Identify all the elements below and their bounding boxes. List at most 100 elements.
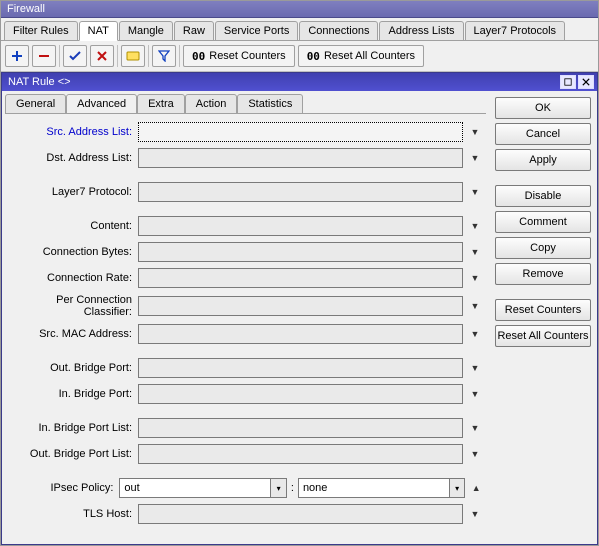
- expand-toggle[interactable]: ▼: [467, 242, 483, 262]
- tab-advanced[interactable]: Advanced: [66, 94, 137, 113]
- in-bridge-port-list-input[interactable]: [138, 418, 463, 438]
- expand-toggle[interactable]: ▼: [467, 216, 483, 236]
- chevron-down-icon: ▼: [471, 247, 480, 257]
- remove-rule-button[interactable]: Remove: [495, 263, 591, 285]
- window-titlebar: Firewall: [1, 1, 598, 18]
- tab-layer7-protocols[interactable]: Layer7 Protocols: [465, 21, 566, 40]
- plus-icon: [11, 50, 23, 62]
- tab-mangle[interactable]: Mangle: [119, 21, 173, 40]
- disable-rule-button[interactable]: Disable: [495, 185, 591, 207]
- remove-button[interactable]: [32, 45, 56, 67]
- dialog-body: General Advanced Extra Action Statistics…: [2, 91, 597, 544]
- tab-filter-rules[interactable]: Filter Rules: [4, 21, 78, 40]
- dst-address-list-input[interactable]: [138, 148, 463, 168]
- reset-counters-rule-button[interactable]: Reset Counters: [495, 299, 591, 321]
- nat-rule-dialog: NAT Rule <> General Advanced Extra: [1, 72, 598, 545]
- chevron-down-icon: ▼: [471, 329, 480, 339]
- window-title: Firewall: [7, 3, 45, 15]
- disable-button[interactable]: [90, 45, 114, 67]
- chevron-down-icon: ▾: [277, 484, 281, 493]
- expand-toggle[interactable]: ▼: [467, 418, 483, 438]
- collapse-toggle[interactable]: ▲: [469, 478, 483, 498]
- main-tab-strip: Filter Rules NAT Mangle Raw Service Port…: [1, 18, 598, 41]
- tls-host-input[interactable]: [138, 504, 463, 524]
- comment-rule-button[interactable]: Comment: [495, 211, 591, 233]
- out-bridge-port-input[interactable]: [138, 358, 463, 378]
- tab-service-ports[interactable]: Service Ports: [215, 21, 298, 40]
- toolbar-separator: [148, 45, 149, 67]
- funnel-icon: [158, 50, 170, 62]
- tab-statistics[interactable]: Statistics: [237, 94, 303, 113]
- layer7-protocol-input[interactable]: [138, 182, 463, 202]
- ipsec-policy-direction-input[interactable]: [119, 478, 271, 498]
- note-icon: [126, 50, 140, 62]
- src-address-list-label: Src. Address List:: [8, 126, 138, 138]
- connection-rate-label: Connection Rate:: [8, 272, 138, 284]
- tab-raw[interactable]: Raw: [174, 21, 214, 40]
- reset-all-counters-rule-button[interactable]: Reset All Counters: [495, 325, 591, 347]
- expand-toggle[interactable]: ▼: [467, 384, 483, 404]
- ipsec-policy-level-dropdown[interactable]: ▾: [450, 478, 465, 498]
- comment-button[interactable]: [121, 45, 145, 67]
- enable-button[interactable]: [63, 45, 87, 67]
- dialog-titlebar: NAT Rule <>: [2, 73, 597, 91]
- tab-connections[interactable]: Connections: [299, 21, 378, 40]
- expand-toggle[interactable]: ▼: [467, 122, 483, 142]
- expand-toggle[interactable]: ▼: [467, 182, 483, 202]
- src-address-list-input[interactable]: [138, 122, 463, 142]
- expand-toggle[interactable]: ▼: [467, 324, 483, 344]
- expand-toggle[interactable]: ▼: [467, 148, 483, 168]
- dialog-side-buttons: OK Cancel Apply Disable Comment Copy Rem…: [489, 91, 597, 544]
- per-connection-classifier-label: Per Connection Classifier:: [8, 294, 138, 318]
- cancel-button[interactable]: Cancel: [495, 123, 591, 145]
- connection-bytes-label: Connection Bytes:: [8, 246, 138, 258]
- dialog-dock-button[interactable]: [560, 75, 576, 89]
- form-area: General Advanced Extra Action Statistics…: [2, 91, 489, 544]
- out-bridge-port-label: Out. Bridge Port:: [8, 362, 138, 374]
- firewall-window: Firewall Filter Rules NAT Mangle Raw Ser…: [0, 0, 599, 546]
- chevron-down-icon: ▼: [471, 449, 480, 459]
- ipsec-policy-direction-dropdown[interactable]: ▾: [271, 478, 286, 498]
- src-mac-address-input[interactable]: [138, 324, 463, 344]
- in-bridge-port-input[interactable]: [138, 384, 463, 404]
- ipsec-policy-label: IPsec Policy:: [8, 482, 119, 494]
- connection-bytes-input[interactable]: [138, 242, 463, 262]
- out-bridge-port-list-input[interactable]: [138, 444, 463, 464]
- expand-toggle[interactable]: ▼: [467, 444, 483, 464]
- tab-extra[interactable]: Extra: [137, 94, 185, 113]
- dst-address-list-label: Dst. Address List:: [8, 152, 138, 164]
- content-label: Content:: [8, 220, 138, 232]
- reset-counters-button[interactable]: 00 Reset Counters: [183, 45, 295, 67]
- expand-toggle[interactable]: ▼: [467, 504, 483, 524]
- check-icon: [69, 50, 81, 62]
- ipsec-policy-separator: :: [287, 482, 298, 494]
- filter-button[interactable]: [152, 45, 176, 67]
- ok-button[interactable]: OK: [495, 97, 591, 119]
- tab-nat[interactable]: NAT: [79, 21, 118, 41]
- toolbar-separator: [179, 45, 180, 67]
- form-scroll: Src. Address List: ▼ Dst. Address List: …: [2, 114, 489, 544]
- tab-action[interactable]: Action: [185, 94, 238, 113]
- chevron-down-icon: ▼: [471, 221, 480, 231]
- ipsec-policy-level-input[interactable]: [298, 478, 450, 498]
- layer7-protocol-label: Layer7 Protocol:: [8, 186, 138, 198]
- dialog-close-button[interactable]: [578, 75, 594, 89]
- chevron-down-icon: ▼: [471, 389, 480, 399]
- per-connection-classifier-input[interactable]: [138, 296, 463, 316]
- dialog-title: NAT Rule <>: [8, 76, 71, 88]
- tls-host-label: TLS Host:: [8, 508, 138, 520]
- apply-button[interactable]: Apply: [495, 149, 591, 171]
- tab-address-lists[interactable]: Address Lists: [379, 21, 463, 40]
- expand-toggle[interactable]: ▼: [467, 358, 483, 378]
- minus-icon: [38, 50, 50, 62]
- copy-rule-button[interactable]: Copy: [495, 237, 591, 259]
- connection-rate-input[interactable]: [138, 268, 463, 288]
- tab-general[interactable]: General: [5, 94, 66, 113]
- add-button[interactable]: [5, 45, 29, 67]
- in-bridge-port-label: In. Bridge Port:: [8, 388, 138, 400]
- x-icon: [96, 50, 108, 62]
- expand-toggle[interactable]: ▼: [467, 268, 483, 288]
- expand-toggle[interactable]: ▼: [467, 296, 483, 316]
- content-input[interactable]: [138, 216, 463, 236]
- reset-all-counters-button[interactable]: 00 Reset All Counters: [298, 45, 424, 67]
